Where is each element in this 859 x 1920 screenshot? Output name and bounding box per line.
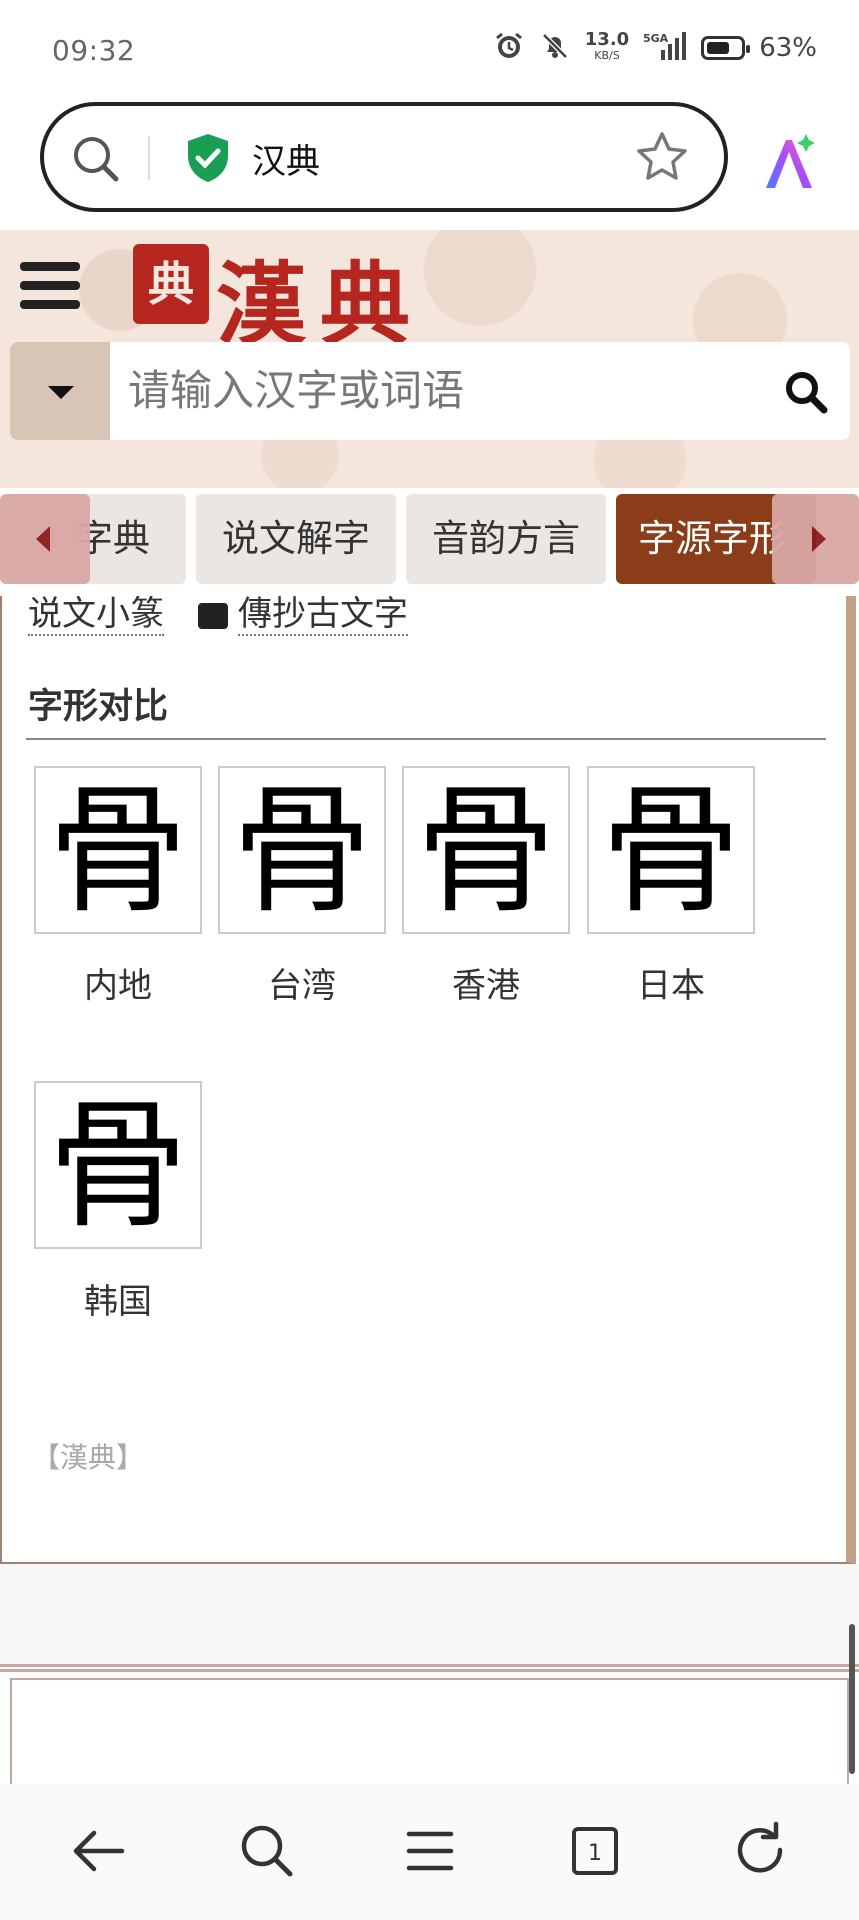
- hamburger-menu-icon[interactable]: [20, 262, 80, 312]
- scrollbar-thumb[interactable]: [849, 1624, 855, 1774]
- glyph-label-japan: 日本: [637, 966, 705, 1006]
- svg-text:5GA: 5GA: [643, 32, 669, 45]
- glyph-label-taiwan: 台湾: [268, 966, 336, 1006]
- browser-bottom-nav: 1: [0, 1784, 859, 1920]
- status-bar: 09:32 13.0 KB/S 5GA 63%: [0, 0, 859, 100]
- section-title: 字形对比: [28, 687, 169, 727]
- network-speed: 13.0 KB/S: [584, 29, 630, 63]
- decorative-frame: [0, 1664, 859, 1788]
- search-icon[interactable]: [68, 131, 124, 191]
- status-icons: 13.0 KB/S 5GA 63%: [493, 30, 817, 66]
- battery-icon: [701, 36, 751, 60]
- divider: [148, 136, 150, 180]
- checkbox-icon[interactable]: [198, 602, 228, 629]
- glyph-label-korea: 韩国: [84, 1282, 152, 1322]
- link-shuowen-xiaozhuan[interactable]: 说文小篆: [28, 596, 164, 636]
- tabs-scroll-left-icon[interactable]: [0, 494, 90, 584]
- glyph-label-hongkong: 香港: [452, 966, 520, 1006]
- glyph-label-neidi: 内地: [84, 966, 152, 1006]
- glyph-korea: 骨: [34, 1081, 202, 1249]
- site-header: 典 漢典 请输入汉字或词语: [0, 230, 859, 488]
- search-input[interactable]: 请输入汉字或词语: [128, 342, 464, 440]
- tab-yinyun[interactable]: 音韵方言: [406, 494, 606, 584]
- status-time: 09:32: [52, 34, 136, 67]
- glyph-japan: 骨: [587, 766, 755, 934]
- alarm-icon: [493, 30, 525, 66]
- address-bar[interactable]: 汉典: [40, 102, 728, 212]
- content-panel: 说文小篆 傳抄古文字 字形对比 骨 内地 骨 台湾 骨 香港 骨 日本 骨 韩国 …: [0, 596, 856, 1564]
- search-button-icon[interactable]: [782, 368, 830, 420]
- source-reference: 【漢典】: [32, 1441, 145, 1474]
- page-gap: [0, 1564, 859, 1664]
- battery-percent: 63%: [759, 33, 817, 63]
- glyph-hongkong: 骨: [402, 766, 570, 934]
- signal-icon: 5GA: [643, 30, 687, 66]
- svg-text:1: 1: [588, 1841, 602, 1866]
- address-text[interactable]: 汉典: [252, 134, 320, 183]
- back-arrow-icon[interactable]: [64, 1816, 134, 1886]
- search-icon[interactable]: [232, 1816, 302, 1886]
- site-search: 请输入汉字或词语: [10, 342, 850, 440]
- partial-links-row: 说文小篆 傳抄古文字: [28, 596, 408, 636]
- site-logo-seal[interactable]: 典: [133, 244, 209, 324]
- tab-shuowen[interactable]: 说文解字: [196, 494, 396, 584]
- divider: [26, 738, 826, 740]
- shield-check-icon[interactable]: [184, 132, 232, 188]
- glyph-taiwan: 骨: [218, 766, 386, 934]
- tab-bar: 字典 说文解字 音韵方言 字源字形: [0, 488, 859, 608]
- glyph-neidi: 骨: [34, 766, 202, 934]
- star-bookmark-icon[interactable]: [634, 129, 690, 189]
- link-chuanchao-guwenzi[interactable]: 傳抄古文字: [238, 596, 408, 636]
- ai-assistant-icon[interactable]: [758, 132, 820, 198]
- menu-icon[interactable]: [395, 1816, 465, 1886]
- tabs-count-icon[interactable]: 1: [560, 1816, 630, 1886]
- reload-icon[interactable]: [726, 1816, 796, 1886]
- search-mode-dropdown[interactable]: [10, 342, 110, 440]
- mute-bell-icon: [539, 30, 571, 66]
- tabs-scroll-right-icon[interactable]: [772, 494, 859, 584]
